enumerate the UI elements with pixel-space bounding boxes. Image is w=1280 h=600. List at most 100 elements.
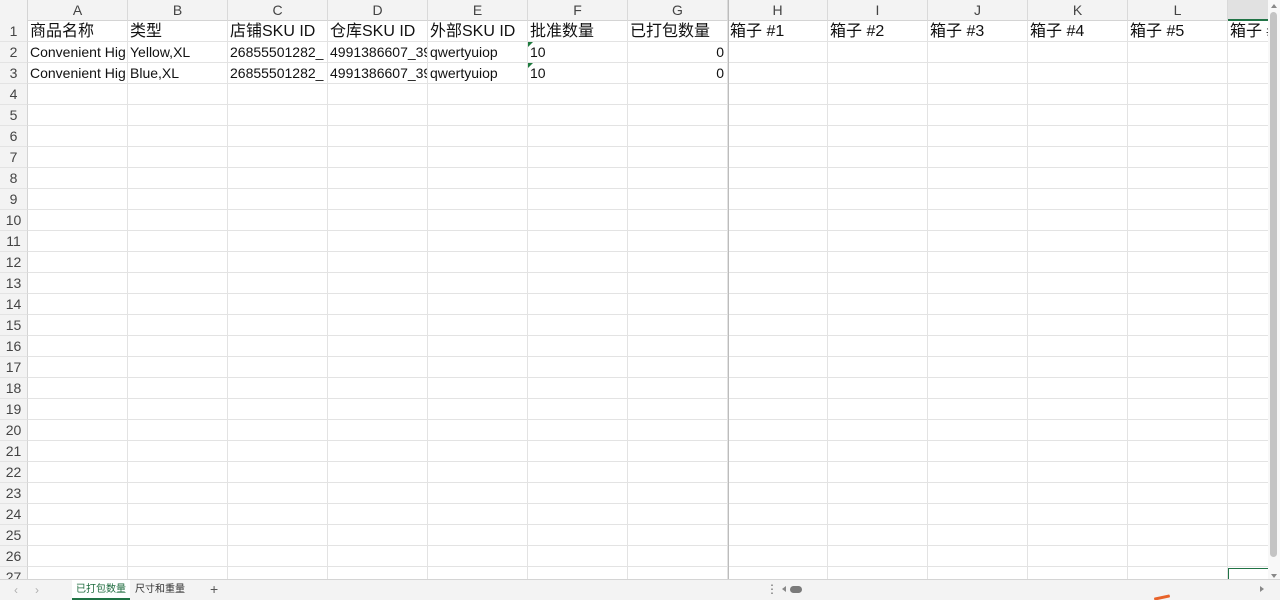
empty-cell[interactable] (28, 483, 128, 504)
row-header-16[interactable]: 16 (0, 336, 28, 357)
header-cell[interactable]: 外部SKU ID (428, 21, 528, 42)
table-cell[interactable]: 0 (628, 63, 728, 84)
empty-cell[interactable] (328, 210, 428, 231)
column-header-A[interactable]: A (28, 0, 128, 21)
empty-cell[interactable] (1128, 483, 1228, 504)
empty-cell[interactable] (428, 126, 528, 147)
empty-cell[interactable] (728, 567, 828, 579)
table-cell[interactable] (1028, 42, 1128, 63)
empty-cell[interactable] (928, 441, 1028, 462)
empty-cell[interactable] (928, 252, 1028, 273)
empty-cell[interactable] (1128, 546, 1228, 567)
empty-cell[interactable] (828, 126, 928, 147)
empty-cell[interactable] (228, 546, 328, 567)
empty-cell[interactable] (528, 441, 628, 462)
empty-cell[interactable] (528, 252, 628, 273)
empty-cell[interactable] (1128, 84, 1228, 105)
empty-cell[interactable] (128, 504, 228, 525)
empty-cell[interactable] (228, 252, 328, 273)
empty-cell[interactable] (828, 147, 928, 168)
header-cell[interactable]: 类型 (128, 21, 228, 42)
empty-cell[interactable] (228, 441, 328, 462)
empty-cell[interactable] (628, 84, 728, 105)
empty-cell[interactable] (1228, 126, 1268, 147)
empty-cell[interactable] (28, 252, 128, 273)
empty-cell[interactable] (128, 84, 228, 105)
empty-cell[interactable] (128, 168, 228, 189)
empty-cell[interactable] (728, 462, 828, 483)
empty-cell[interactable] (1128, 357, 1228, 378)
empty-cell[interactable] (128, 189, 228, 210)
empty-cell[interactable] (1128, 105, 1228, 126)
horizontal-scroll-thumb[interactable] (790, 586, 802, 593)
empty-cell[interactable] (1128, 210, 1228, 231)
empty-cell[interactable] (1028, 462, 1128, 483)
empty-cell[interactable] (328, 168, 428, 189)
empty-cell[interactable] (528, 189, 628, 210)
empty-cell[interactable] (1228, 441, 1268, 462)
empty-cell[interactable] (628, 378, 728, 399)
empty-cell[interactable] (428, 399, 528, 420)
empty-cell[interactable] (1028, 336, 1128, 357)
empty-cell[interactable] (528, 462, 628, 483)
empty-cell[interactable] (328, 546, 428, 567)
empty-cell[interactable] (728, 504, 828, 525)
empty-cell[interactable] (28, 84, 128, 105)
empty-cell[interactable] (528, 546, 628, 567)
empty-cell[interactable] (228, 357, 328, 378)
column-header-J[interactable]: J (928, 0, 1028, 21)
empty-cell[interactable] (528, 126, 628, 147)
empty-cell[interactable] (628, 483, 728, 504)
empty-cell[interactable] (1228, 84, 1268, 105)
empty-cell[interactable] (528, 273, 628, 294)
row-header-7[interactable]: 7 (0, 147, 28, 168)
empty-cell[interactable] (1028, 483, 1128, 504)
empty-cell[interactable] (128, 546, 228, 567)
row-header-4[interactable]: 4 (0, 84, 28, 105)
empty-cell[interactable] (128, 105, 228, 126)
empty-cell[interactable] (328, 462, 428, 483)
spreadsheet-grid[interactable]: ABCDEFGHIJKL 商品名称 类型 店铺SKU ID 仓库SKU ID 外部SKU… (0, 0, 1268, 579)
empty-cell[interactable] (328, 504, 428, 525)
empty-cell[interactable] (1228, 168, 1268, 189)
empty-cell[interactable] (428, 546, 528, 567)
row-header-10[interactable]: 10 (0, 210, 28, 231)
empty-cell[interactable] (728, 84, 828, 105)
row-header-26[interactable]: 26 (0, 546, 28, 567)
empty-cell[interactable] (628, 357, 728, 378)
empty-cell[interactable] (228, 126, 328, 147)
empty-cell[interactable] (128, 378, 228, 399)
empty-cell[interactable] (128, 525, 228, 546)
empty-cell[interactable] (328, 441, 428, 462)
empty-cell[interactable] (1228, 462, 1268, 483)
table-cell[interactable] (928, 42, 1028, 63)
empty-cell[interactable] (528, 378, 628, 399)
empty-cell[interactable] (828, 210, 928, 231)
empty-cell[interactable] (1028, 525, 1128, 546)
empty-cell[interactable] (528, 210, 628, 231)
empty-cell[interactable] (228, 399, 328, 420)
empty-cell[interactable] (828, 462, 928, 483)
row-header-9[interactable]: 9 (0, 189, 28, 210)
empty-cell[interactable] (928, 231, 1028, 252)
empty-cell[interactable] (828, 315, 928, 336)
empty-cell[interactable] (1028, 294, 1128, 315)
empty-cell[interactable] (1228, 231, 1268, 252)
empty-cell[interactable] (828, 420, 928, 441)
empty-cell[interactable] (628, 252, 728, 273)
empty-cell[interactable] (828, 567, 928, 579)
empty-cell[interactable] (928, 315, 1028, 336)
empty-cell[interactable] (528, 525, 628, 546)
empty-cell[interactable] (1028, 126, 1128, 147)
empty-cell[interactable] (228, 336, 328, 357)
empty-cell[interactable] (28, 294, 128, 315)
empty-cell[interactable] (1128, 504, 1228, 525)
empty-cell[interactable] (628, 168, 728, 189)
empty-cell[interactable] (128, 147, 228, 168)
more-options-icon[interactable]: ⋮ (766, 580, 778, 599)
empty-cell[interactable] (328, 336, 428, 357)
empty-cell[interactable] (28, 126, 128, 147)
header-cell[interactable]: 箱子 #2 (828, 21, 928, 42)
row-header-25[interactable]: 25 (0, 525, 28, 546)
empty-cell[interactable] (928, 567, 1028, 579)
